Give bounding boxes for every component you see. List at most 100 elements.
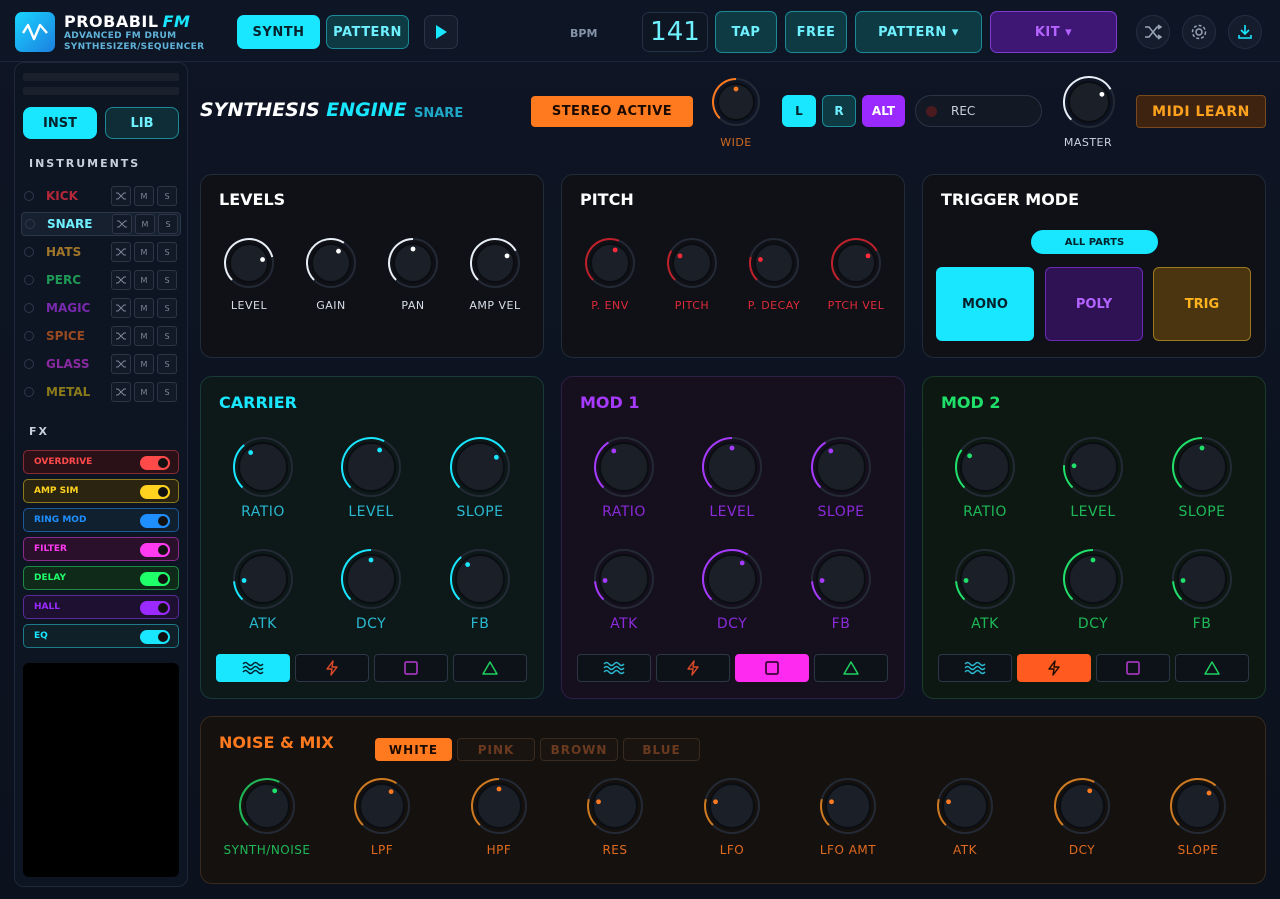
rec-button[interactable]: REC	[915, 95, 1042, 127]
pattern-menu[interactable]: PATTERN ▾	[855, 11, 982, 53]
fx-eq[interactable]: EQ	[23, 624, 179, 648]
random-toggle[interactable]	[111, 326, 131, 346]
kit-menu[interactable]: KIT ▾	[990, 11, 1117, 53]
random-toggle[interactable]	[111, 186, 131, 206]
master-knob[interactable]	[1062, 75, 1116, 133]
trig-button[interactable]: TRIG	[1153, 267, 1251, 341]
mod1-wave-tri-button[interactable]	[814, 654, 888, 682]
solo-button[interactable]: S	[157, 382, 177, 402]
inst-tab[interactable]: INST	[23, 107, 97, 139]
mod2-wave-tri-button[interactable]	[1175, 654, 1249, 682]
pitch-p-decay-knob[interactable]	[748, 237, 800, 293]
fx-toggle[interactable]	[140, 601, 170, 615]
solo-button[interactable]: S	[157, 354, 177, 374]
mod2-wave-wave-button[interactable]	[938, 654, 1012, 682]
carrier-wave-square-button[interactable]	[374, 654, 448, 682]
instrument-kick[interactable]: KICK M S	[21, 184, 181, 208]
noise-lfo-amt-knob[interactable]	[819, 777, 877, 839]
fx-toggle[interactable]	[140, 543, 170, 557]
midi-learn-button[interactable]: MIDI LEARN	[1136, 95, 1266, 128]
mono-button[interactable]: MONO	[936, 267, 1034, 341]
pitch-ptch-vel-knob[interactable]	[830, 237, 882, 293]
random-toggle[interactable]	[112, 214, 132, 234]
mod1-wave-bolt-button[interactable]	[656, 654, 730, 682]
all-parts-button[interactable]: ALL PARTS	[1031, 230, 1158, 254]
levels-amp-vel-knob[interactable]	[469, 237, 521, 293]
tap-button[interactable]: TAP	[715, 11, 777, 53]
mod2-ratio-knob[interactable]	[954, 436, 1016, 502]
pitch-pitch-knob[interactable]	[666, 237, 718, 293]
fx-toggle[interactable]	[140, 630, 170, 644]
mute-button[interactable]: M	[134, 270, 154, 290]
instrument-spice[interactable]: SPICE M S	[21, 324, 181, 348]
noise-hpf-knob[interactable]	[470, 777, 528, 839]
noise-type-white[interactable]: WHITE	[375, 738, 452, 761]
mute-button[interactable]: M	[134, 186, 154, 206]
solo-button[interactable]: S	[157, 186, 177, 206]
mute-button[interactable]: M	[134, 242, 154, 262]
fx-delay[interactable]: DELAY	[23, 566, 179, 590]
noise-lfo-knob[interactable]	[703, 777, 761, 839]
mod2-slope-knob[interactable]	[1171, 436, 1233, 502]
fx-toggle[interactable]	[140, 572, 170, 586]
randomize-button[interactable]	[1136, 15, 1170, 49]
random-toggle[interactable]	[111, 298, 131, 318]
instrument-hats[interactable]: HATS M S	[21, 240, 181, 264]
export-button[interactable]	[1228, 15, 1262, 49]
noise-atk-knob[interactable]	[936, 777, 994, 839]
mute-button[interactable]: M	[134, 298, 154, 318]
mod2-level-knob[interactable]	[1062, 436, 1124, 502]
mod2-atk-knob[interactable]	[954, 548, 1016, 614]
pattern-button[interactable]: PATTERN	[326, 15, 409, 49]
mod1-fb-knob[interactable]	[810, 548, 872, 614]
noise-type-pink[interactable]: PINK	[457, 738, 535, 761]
noise-lpf-knob[interactable]	[353, 777, 411, 839]
free-button[interactable]: FREE	[785, 11, 847, 53]
carrier-slope-knob[interactable]	[449, 436, 511, 502]
carrier-ratio-knob[interactable]	[232, 436, 294, 502]
instrument-glass[interactable]: GLASS M S	[21, 352, 181, 376]
fx-toggle[interactable]	[140, 456, 170, 470]
mod2-fb-knob[interactable]	[1171, 548, 1233, 614]
mod1-level-knob[interactable]	[701, 436, 763, 502]
noise-res-knob[interactable]	[586, 777, 644, 839]
lib-tab[interactable]: LIB	[105, 107, 179, 139]
pitch-p-env-knob[interactable]	[584, 237, 636, 293]
random-toggle[interactable]	[111, 270, 131, 290]
play-button[interactable]	[424, 15, 458, 49]
fx-overdrive[interactable]: OVERDRIVE	[23, 450, 179, 474]
mod2-dcy-knob[interactable]	[1062, 548, 1124, 614]
solo-button[interactable]: S	[157, 270, 177, 290]
mute-button[interactable]: M	[135, 214, 155, 234]
solo-button[interactable]: S	[157, 242, 177, 262]
mod2-wave-bolt-button[interactable]	[1017, 654, 1091, 682]
settings-button[interactable]	[1182, 15, 1216, 49]
bpm-value[interactable]: 141	[642, 12, 708, 52]
mod1-wave-square-button[interactable]	[735, 654, 809, 682]
noise-slope-knob[interactable]	[1169, 777, 1227, 839]
mute-button[interactable]: M	[134, 354, 154, 374]
levels-pan-knob[interactable]	[387, 237, 439, 293]
fx-filter[interactable]: FILTER	[23, 537, 179, 561]
random-toggle[interactable]	[111, 382, 131, 402]
noise-synth-noise-knob[interactable]	[238, 777, 296, 839]
carrier-wave-tri-button[interactable]	[453, 654, 527, 682]
instrument-magic[interactable]: MAGIC M S	[21, 296, 181, 320]
carrier-wave-bolt-button[interactable]	[295, 654, 369, 682]
mod2-wave-square-button[interactable]	[1096, 654, 1170, 682]
alt-button[interactable]: ALT	[862, 95, 905, 127]
carrier-wave-wave-button[interactable]	[216, 654, 290, 682]
mod1-ratio-knob[interactable]	[593, 436, 655, 502]
random-toggle[interactable]	[111, 242, 131, 262]
poly-button[interactable]: POLY	[1045, 267, 1143, 341]
solo-button[interactable]: S	[158, 214, 178, 234]
noise-dcy-knob[interactable]	[1053, 777, 1111, 839]
mod1-atk-knob[interactable]	[593, 548, 655, 614]
noise-type-blue[interactable]: BLUE	[623, 738, 700, 761]
mute-button[interactable]: M	[134, 326, 154, 346]
noise-type-brown[interactable]: BROWN	[540, 738, 618, 761]
right-channel-button[interactable]: R	[822, 95, 856, 127]
instrument-perc[interactable]: PERC M S	[21, 268, 181, 292]
mod1-wave-wave-button[interactable]	[577, 654, 651, 682]
mod1-slope-knob[interactable]	[810, 436, 872, 502]
